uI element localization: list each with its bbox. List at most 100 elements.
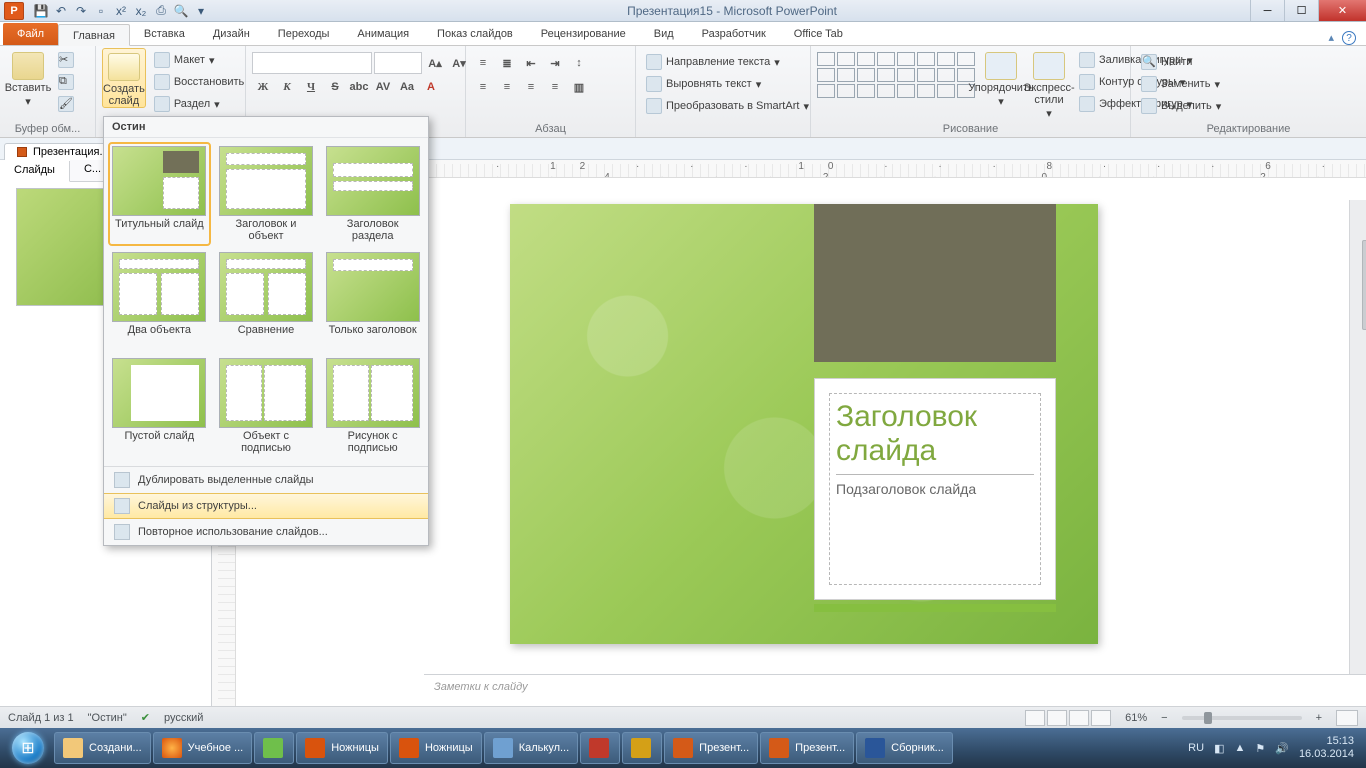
paste-button[interactable]: Вставить ▾ [6, 48, 50, 108]
tab-home[interactable]: Главная [58, 24, 130, 46]
view-normal-icon[interactable] [1025, 710, 1045, 726]
title-card[interactable]: Заголовок слайда Подзаголовок слайда [814, 378, 1056, 600]
format-painter-button[interactable]: 🖌 [54, 94, 78, 114]
vertical-scrollbar[interactable] [1349, 200, 1366, 706]
layout-content-with-caption[interactable]: Объект с подписью [217, 356, 316, 456]
underline-button[interactable]: Ч [300, 77, 322, 97]
qat-sup-icon[interactable]: x² [112, 2, 130, 20]
font-size-select[interactable] [374, 52, 422, 74]
shapes-gallery[interactable] [817, 48, 975, 98]
taskbar-item[interactable]: Сборник... [856, 732, 953, 764]
bullets-icon[interactable]: ≡ [472, 53, 494, 73]
tray-network-icon[interactable]: ◧ [1214, 742, 1224, 755]
view-reading-icon[interactable] [1069, 710, 1089, 726]
grow-font-icon[interactable]: A▴ [424, 53, 446, 73]
layout-title-and-content[interactable]: Заголовок и объект [217, 144, 316, 244]
minimize-ribbon-icon[interactable]: ▴ [1328, 31, 1334, 45]
taskbar-item[interactable] [580, 732, 620, 764]
taskbar-item[interactable] [254, 732, 294, 764]
zoom-out-icon[interactable]: − [1161, 712, 1167, 724]
quick-styles-button[interactable]: Экспресс-стили▾ [1027, 48, 1071, 120]
taskbar-item[interactable]: Учебное ... [153, 732, 253, 764]
tab-officetab[interactable]: Office Tab [780, 23, 857, 45]
copy-button[interactable]: ⧉ [54, 72, 78, 92]
shadow-button[interactable]: abc [348, 77, 370, 97]
qat-save-icon[interactable]: 💾 [32, 2, 50, 20]
tab-review[interactable]: Рецензирование [527, 23, 640, 45]
tray-volume-icon[interactable]: 🔊 [1275, 742, 1289, 755]
gallery-slides-from-outline[interactable]: Слайды из структуры... [104, 493, 428, 519]
align-left-icon[interactable]: ≡ [472, 77, 494, 97]
layout-title-only[interactable]: Только заголовок [323, 250, 422, 350]
columns-icon[interactable]: ▥ [568, 77, 590, 97]
slide[interactable]: Заголовок слайда Подзаголовок слайда [510, 204, 1098, 644]
view-slideshow-icon[interactable] [1091, 710, 1111, 726]
spacing-button[interactable]: AV [372, 77, 394, 97]
layout-picture-with-caption[interactable]: Рисунок с подписью [323, 356, 422, 456]
tab-slideshow[interactable]: Показ слайдов [423, 23, 527, 45]
tab-file[interactable]: Файл [3, 23, 58, 45]
numbering-icon[interactable]: ≣ [496, 53, 518, 73]
layout-button[interactable]: Макет ▾ [150, 50, 248, 70]
strike-button[interactable]: S [324, 77, 346, 97]
start-button[interactable] [4, 730, 52, 766]
spellcheck-icon[interactable]: ✔ [141, 711, 150, 724]
close-button[interactable]: ✕ [1318, 0, 1366, 21]
layout-title-slide[interactable]: Титульный слайд [110, 144, 209, 244]
tab-view[interactable]: Вид [640, 23, 688, 45]
taskbar-item[interactable]: Калькул... [484, 732, 578, 764]
align-text-button[interactable]: Выровнять текст ▾ [642, 74, 813, 94]
zoom-value[interactable]: 61% [1125, 712, 1147, 724]
new-slide-button[interactable]: Создать слайд [102, 48, 146, 108]
layout-blank[interactable]: Пустой слайд [110, 356, 209, 456]
gallery-duplicate-slides[interactable]: Дублировать выделенные слайды [104, 467, 428, 493]
title-image-placeholder[interactable] [814, 204, 1056, 362]
minimize-button[interactable]: ─ [1250, 0, 1284, 21]
select-button[interactable]: Выделить ▾ [1137, 96, 1225, 116]
qat-preview-icon[interactable]: 🔍 [172, 2, 190, 20]
help-icon[interactable]: ? [1342, 31, 1356, 45]
tray-language[interactable]: RU [1188, 742, 1204, 754]
taskbar-item[interactable]: Презент... [760, 732, 854, 764]
fit-to-window-icon[interactable] [1336, 710, 1358, 726]
reset-button[interactable]: Восстановить [150, 72, 248, 92]
taskbar-item[interactable] [622, 732, 662, 764]
taskbar-item[interactable]: Презент... [664, 732, 758, 764]
line-spacing-icon[interactable]: ↕ [568, 53, 590, 73]
status-language[interactable]: русский [164, 712, 203, 724]
pane-tab-slides[interactable]: Слайды [0, 161, 70, 182]
zoom-in-icon[interactable]: + [1316, 712, 1322, 724]
italic-button[interactable]: К [276, 77, 298, 97]
tab-animation[interactable]: Анимация [343, 23, 423, 45]
align-center-icon[interactable]: ≡ [496, 77, 518, 97]
align-right-icon[interactable]: ≡ [520, 77, 542, 97]
find-button[interactable]: 🔍Найти [1137, 52, 1225, 72]
qat-more-icon[interactable]: ▾ [192, 2, 210, 20]
taskbar-item[interactable]: Создани... [54, 732, 151, 764]
view-sorter-icon[interactable] [1047, 710, 1067, 726]
indent-inc-icon[interactable]: ⇥ [544, 53, 566, 73]
case-button[interactable]: Aa [396, 77, 418, 97]
font-family-select[interactable] [252, 52, 372, 74]
slide-subtitle[interactable]: Подзаголовок слайда [836, 481, 1034, 497]
tab-developer[interactable]: Разработчик [688, 23, 780, 45]
bold-button[interactable]: Ж [252, 77, 274, 97]
font-color-button[interactable]: A [420, 77, 442, 97]
section-button[interactable]: Раздел ▾ [150, 94, 248, 114]
gallery-reuse-slides[interactable]: Повторное использование слайдов... [104, 519, 428, 545]
layout-comparison[interactable]: Сравнение [217, 250, 316, 350]
tab-design[interactable]: Дизайн [199, 23, 264, 45]
qat-undo-icon[interactable]: ↶ [52, 2, 70, 20]
tray-action-center-icon[interactable]: ⚑ [1255, 742, 1265, 755]
tray-clock[interactable]: 15:13 16.03.2014 [1299, 735, 1354, 761]
arrange-button[interactable]: Упорядочить▾ [979, 48, 1023, 108]
replace-button[interactable]: Заменить ▾ [1137, 74, 1225, 94]
tab-transitions[interactable]: Переходы [264, 23, 344, 45]
maximize-button[interactable]: ☐ [1284, 0, 1318, 21]
layout-two-content[interactable]: Два объекта [110, 250, 209, 350]
text-direction-button[interactable]: Направление текста ▾ [642, 52, 813, 72]
qat-print-icon[interactable]: ⎙ [152, 2, 170, 20]
qat-sub-icon[interactable]: x₂ [132, 2, 150, 20]
tray-flag-icon[interactable]: ▲ [1234, 742, 1245, 754]
smartart-button[interactable]: Преобразовать в SmartArt ▾ [642, 96, 813, 116]
